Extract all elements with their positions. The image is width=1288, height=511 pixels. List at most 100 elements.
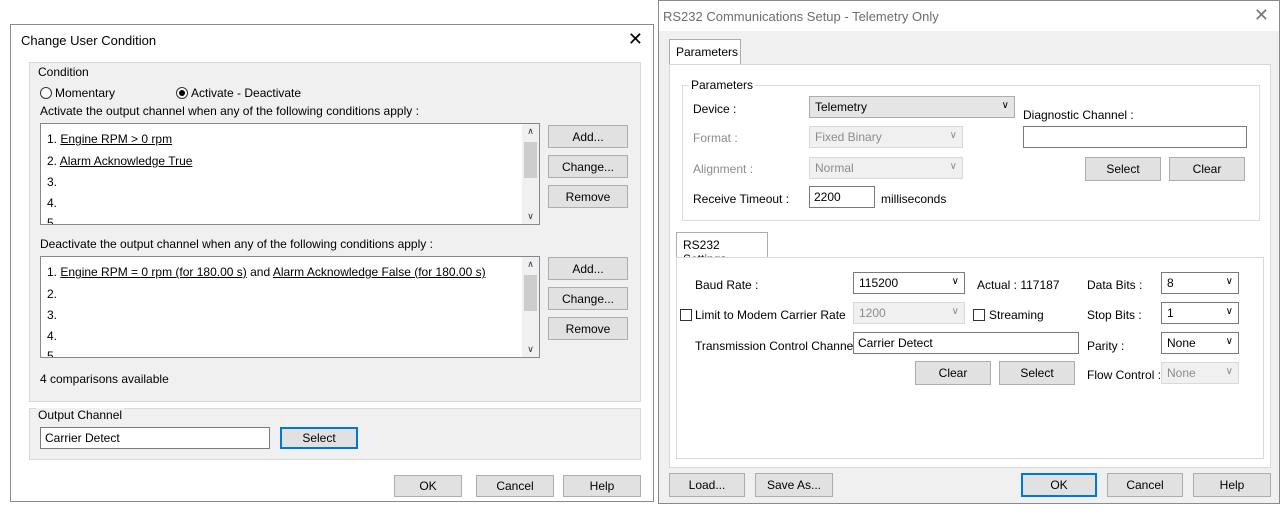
scroll-down-icon[interactable]: ∨	[522, 211, 539, 222]
chevron-down-icon: ∨	[951, 276, 959, 287]
chevron-down-icon: ∨	[951, 306, 959, 317]
alignment-dropdown[interactable]: Normal ∨	[809, 157, 963, 179]
tab-rs232-settings[interactable]: RS232 Settings	[676, 232, 768, 266]
parameters-group: Parameters Device : Telemetry ∨ Format :…	[682, 78, 1260, 221]
list-item[interactable]: 3.	[47, 308, 57, 322]
streaming-checkbox[interactable]	[973, 309, 985, 321]
flow-control-label: Flow Control :	[1087, 368, 1162, 382]
format-dropdown[interactable]: Fixed Binary ∨	[809, 126, 963, 148]
data-bits-dropdown[interactable]: 8 ∨	[1161, 272, 1239, 294]
chevron-down-icon: ∨	[949, 161, 957, 172]
device-label: Device :	[693, 102, 737, 116]
scroll-up-icon[interactable]: ∧	[522, 259, 539, 270]
save-as-button[interactable]: Save As...	[755, 473, 833, 497]
limit-modem-checkbox[interactable]	[680, 309, 692, 321]
list-item[interactable]: 4.	[47, 329, 57, 343]
list-item[interactable]: 1. Engine RPM = 0 rpm (for 180.00 s) and…	[47, 265, 486, 279]
help-button[interactable]: Help	[1193, 473, 1271, 497]
chevron-down-icon: ∨	[1225, 366, 1233, 377]
condition-group-label: Condition	[36, 65, 91, 79]
baud-rate-label: Baud Rate :	[695, 278, 759, 292]
tcc-select-button[interactable]: Select	[999, 361, 1075, 385]
diag-select-button[interactable]: Select	[1085, 157, 1161, 181]
list-item[interactable]: 2.	[47, 287, 57, 301]
list-item[interactable]: 2. Alarm Acknowledge True	[47, 154, 192, 168]
receive-timeout-field[interactable]: 2200	[809, 186, 875, 208]
help-button[interactable]: Help	[563, 475, 641, 497]
chevron-down-icon: ∨	[949, 130, 957, 141]
momentary-label[interactable]: Momentary	[55, 86, 115, 100]
chevron-down-icon: ∨	[1225, 336, 1233, 347]
scroll-down-icon[interactable]: ∨	[522, 344, 539, 355]
modem-rate-dropdown[interactable]: 1200 ∨	[853, 302, 965, 324]
rs232-setup-dialog: RS232 Communications Setup - Telemetry O…	[658, 0, 1280, 504]
comparisons-available: 4 comparisons available	[40, 372, 169, 386]
parity-label: Parity :	[1087, 339, 1125, 353]
tab-parameters[interactable]: Parameters	[669, 39, 741, 65]
diag-clear-button[interactable]: Clear	[1169, 157, 1245, 181]
activate-list-scrollbar[interactable]: ∧ ∨	[522, 124, 539, 224]
actual-baud-label: Actual : 117187	[977, 278, 1060, 292]
rs232-tab-body: Baud Rate : 115200 ∨ Actual : 117187 Lim…	[676, 257, 1264, 459]
tcc-field[interactable]: Carrier Detect	[853, 332, 1079, 354]
flow-control-dropdown[interactable]: None ∨	[1161, 362, 1239, 384]
output-channel-field[interactable]: Carrier Detect	[40, 427, 270, 449]
activate-deactivate-radio[interactable]	[176, 87, 188, 99]
ok-button[interactable]: OK	[394, 475, 462, 497]
cancel-button[interactable]: Cancel	[1107, 473, 1183, 497]
list-item[interactable]: 5	[47, 349, 54, 357]
device-dropdown[interactable]: Telemetry ∨	[809, 96, 1015, 118]
deactivate-caption: Deactivate the output channel when any o…	[40, 237, 433, 251]
list-item[interactable]: 1. Engine RPM > 0 rpm	[47, 132, 172, 146]
condition-panel: Condition Momentary Activate - Deactivat…	[29, 62, 641, 402]
change-user-condition-dialog: Change User Condition ✕ Condition Moment…	[10, 24, 654, 502]
cancel-button[interactable]: Cancel	[476, 475, 554, 497]
streaming-label[interactable]: Streaming	[989, 308, 1044, 322]
parameters-group-label: Parameters	[689, 78, 756, 92]
scroll-thumb[interactable]	[524, 142, 537, 178]
deactivate-conditions-list[interactable]: 1. Engine RPM = 0 rpm (for 180.00 s) and…	[40, 256, 540, 358]
baud-rate-dropdown[interactable]: 115200 ∨	[853, 272, 965, 294]
scroll-thumb[interactable]	[524, 275, 537, 311]
chevron-down-icon: ∨	[1225, 276, 1233, 287]
output-select-button[interactable]: Select	[280, 427, 358, 449]
momentary-radio[interactable]	[40, 87, 52, 99]
activate-caption: Activate the output channel when any of …	[40, 104, 419, 118]
title-bar: Change User Condition ✕	[11, 25, 653, 55]
deactivate-add-button[interactable]: Add...	[548, 257, 628, 280]
title-bar: RS232 Communications Setup - Telemetry O…	[659, 1, 1279, 31]
parity-dropdown[interactable]: None ∨	[1161, 332, 1239, 354]
list-item[interactable]: 5	[47, 216, 54, 224]
activate-add-button[interactable]: Add...	[548, 125, 628, 148]
output-channel-panel: Output Channel Carrier Detect Select	[29, 408, 641, 460]
activate-deactivate-label[interactable]: Activate - Deactivate	[191, 86, 301, 100]
activate-remove-button[interactable]: Remove	[548, 185, 628, 208]
deactivate-remove-button[interactable]: Remove	[548, 317, 628, 340]
alignment-label: Alignment :	[693, 162, 754, 176]
receive-timeout-label: Receive Timeout :	[693, 192, 790, 206]
deactivate-change-button[interactable]: Change...	[548, 287, 628, 310]
limit-modem-label[interactable]: Limit to Modem Carrier Rate	[695, 308, 846, 322]
list-item[interactable]: 4.	[47, 196, 57, 210]
close-icon[interactable]: ✕	[1254, 5, 1269, 25]
diagnostic-channel-label: Diagnostic Channel :	[1023, 108, 1134, 122]
stop-bits-label: Stop Bits :	[1087, 308, 1142, 322]
chevron-down-icon: ∨	[1225, 306, 1233, 317]
list-item[interactable]: 3.	[47, 175, 57, 189]
diagnostic-channel-field[interactable]	[1023, 126, 1247, 148]
ok-button[interactable]: OK	[1021, 473, 1097, 497]
tcc-clear-button[interactable]: Clear	[915, 361, 991, 385]
timeout-unit: milliseconds	[881, 192, 947, 206]
close-icon[interactable]: ✕	[628, 29, 643, 49]
deactivate-list-scrollbar[interactable]: ∧ ∨	[522, 257, 539, 357]
dialog-title: Change User Condition	[21, 33, 157, 48]
data-bits-label: Data Bits :	[1087, 278, 1143, 292]
load-button[interactable]: Load...	[669, 473, 745, 497]
output-group-label: Output Channel	[36, 408, 125, 422]
parameters-tab-body: Parameters Device : Telemetry ∨ Format :…	[669, 64, 1271, 468]
scroll-up-icon[interactable]: ∧	[522, 126, 539, 137]
stop-bits-dropdown[interactable]: 1 ∨	[1161, 302, 1239, 324]
activate-change-button[interactable]: Change...	[548, 155, 628, 178]
activate-conditions-list[interactable]: 1. Engine RPM > 0 rpm 2. Alarm Acknowled…	[40, 123, 540, 225]
format-label: Format :	[693, 131, 738, 145]
